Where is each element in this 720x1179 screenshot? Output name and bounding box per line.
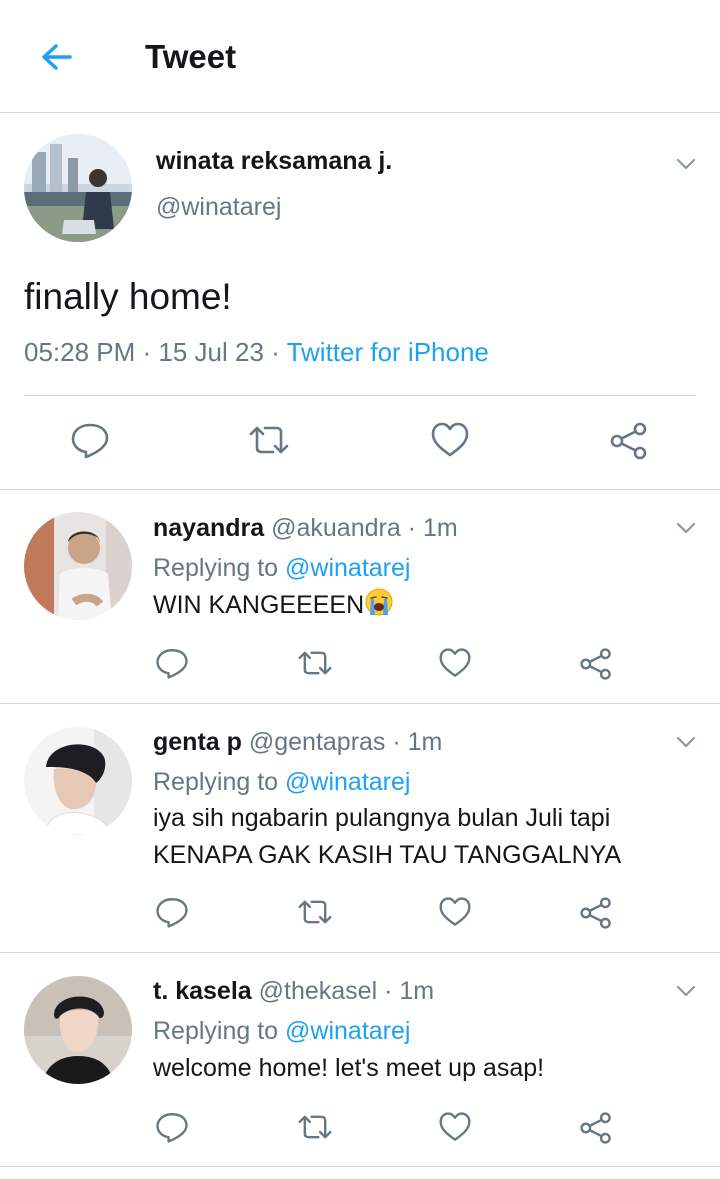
share-icon — [580, 1112, 611, 1144]
like-icon — [439, 648, 471, 677]
reply-header: genta p @gentapras · 1m — [153, 728, 442, 757]
retweet-icon — [249, 426, 289, 454]
reply-author-name[interactable]: genta p — [153, 728, 242, 756]
reply-icon — [156, 649, 188, 679]
avatar-photo — [24, 134, 132, 242]
avatar[interactable] — [24, 727, 132, 835]
reply-time: · 1m — [377, 977, 435, 1005]
reply-text: welcome home! let's meet up asap! — [153, 1054, 545, 1082]
avatar[interactable] — [24, 976, 132, 1084]
replying-to: Replying to @winatarej — [153, 554, 410, 583]
reply-text-content: WIN KANGEEEEN — [153, 591, 365, 619]
reply-author-name[interactable]: nayandra — [153, 514, 264, 542]
mention-link[interactable]: @winatarej — [285, 768, 410, 796]
back-button[interactable] — [32, 34, 80, 82]
like-icon — [431, 422, 469, 457]
tweet-text: finally home! — [24, 276, 232, 317]
chevron-down-icon[interactable] — [674, 516, 698, 540]
mention-link[interactable]: @winatarej — [285, 554, 410, 582]
avatar-photo — [24, 512, 132, 620]
author-name[interactable]: winata reksamana j. — [156, 147, 392, 176]
divider — [24, 395, 696, 396]
replying-label: Replying to — [153, 768, 286, 796]
like-button[interactable] — [438, 1111, 472, 1143]
replying-label: Replying to — [153, 1017, 286, 1045]
like-button[interactable] — [438, 647, 472, 679]
retweet-button[interactable] — [247, 420, 291, 460]
page-title: Tweet — [145, 38, 237, 75]
retweet-button[interactable] — [296, 646, 334, 680]
share-icon — [610, 422, 647, 460]
chevron-down-icon[interactable] — [674, 152, 698, 176]
share-button[interactable] — [578, 896, 614, 930]
avatar[interactable] — [24, 134, 132, 242]
tweet-date: 15 Jul 23 — [158, 337, 264, 367]
avatar-photo — [24, 727, 132, 835]
like-icon — [439, 1112, 471, 1141]
reply-button[interactable] — [155, 895, 189, 929]
tweet-meta: 05:28 PM · 15 Jul 23 · Twitter for iPhon… — [24, 337, 489, 368]
reply-text: iya sih ngabarin pulangnya bulan Juli ta… — [153, 800, 621, 874]
like-button[interactable] — [438, 896, 472, 928]
retweet-button[interactable] — [296, 895, 334, 929]
reply-text: WIN KANGEEEEN — [153, 587, 394, 624]
chevron-down-icon[interactable] — [674, 979, 698, 1003]
header-bar: Tweet — [0, 0, 720, 113]
arrow-left-icon — [42, 44, 72, 70]
reply-icon — [156, 1113, 188, 1143]
share-button[interactable] — [578, 1111, 614, 1145]
retweet-icon — [298, 900, 332, 924]
divider — [0, 703, 720, 704]
reply-header: t. kasela @thekasel · 1m — [153, 977, 434, 1006]
author-handle[interactable]: @winatarej — [156, 193, 281, 222]
reply-author-handle[interactable]: @gentapras — [249, 728, 386, 756]
reply-author-handle[interactable]: @akuandra — [271, 514, 401, 542]
reply-time: · 1m — [400, 514, 458, 542]
meta-separator: · — [263, 337, 287, 367]
divider — [0, 489, 720, 490]
retweet-icon — [298, 651, 332, 675]
reply-time: · 1m — [385, 728, 443, 756]
tweet-source-link[interactable]: Twitter for iPhone — [287, 337, 489, 367]
meta-separator: · — [135, 337, 159, 367]
reply-author-handle[interactable]: @thekasel — [259, 977, 378, 1005]
replying-label: Replying to — [153, 554, 286, 582]
reply-header: nayandra @akuandra · 1m — [153, 514, 458, 543]
retweet-button[interactable] — [296, 1110, 334, 1144]
replying-to: Replying to @winatarej — [153, 768, 410, 797]
reply-text-line: KENAPA GAK KASIH TAU TANGGALNYA — [153, 841, 622, 869]
retweet-icon — [298, 1115, 332, 1139]
share-icon — [580, 897, 611, 929]
reply-author-name[interactable]: t. kasela — [153, 977, 252, 1005]
share-button[interactable] — [578, 647, 614, 681]
divider — [0, 1166, 720, 1167]
reply-text-line: iya sih ngabarin pulangnya bulan Juli ta… — [153, 804, 611, 832]
chevron-down-icon[interactable] — [674, 730, 698, 754]
mention-link[interactable]: @winatarej — [285, 1017, 410, 1045]
share-icon — [580, 648, 611, 680]
reply-icon — [156, 898, 188, 928]
avatar-photo — [24, 976, 132, 1084]
divider — [0, 952, 720, 953]
like-icon — [439, 897, 471, 926]
avatar[interactable] — [24, 512, 132, 620]
like-button[interactable] — [430, 421, 470, 459]
tweet-time: 05:28 PM — [24, 337, 136, 367]
reply-icon — [71, 423, 109, 459]
reply-button[interactable] — [70, 420, 110, 460]
share-button[interactable] — [608, 421, 650, 461]
loudly-crying-face-icon — [365, 588, 393, 616]
reply-button[interactable] — [155, 1110, 189, 1144]
reply-button[interactable] — [155, 646, 189, 680]
replying-to: Replying to @winatarej — [153, 1017, 410, 1046]
